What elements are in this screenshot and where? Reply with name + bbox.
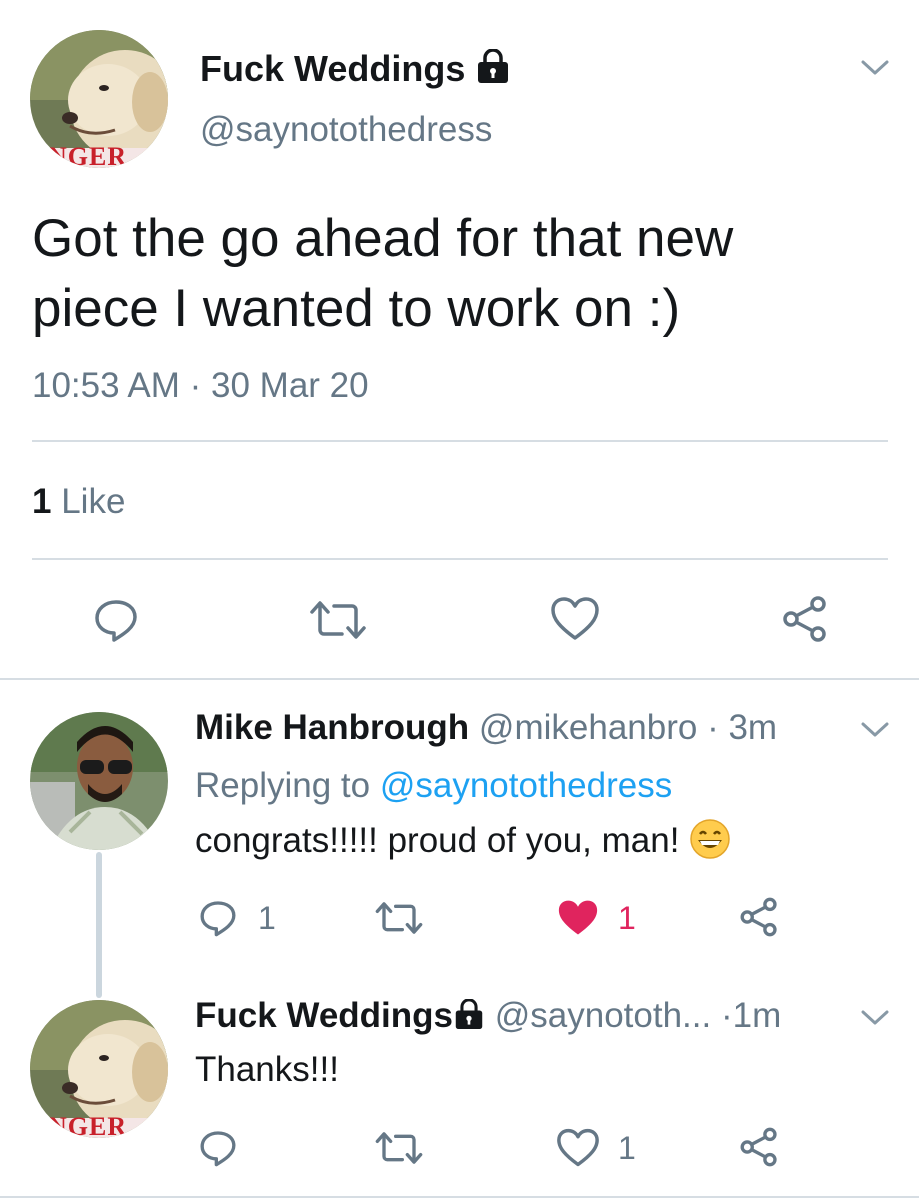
- thread-connector-line: [96, 852, 102, 998]
- reply1-replying-to: Replying to @saynotothedress: [195, 766, 672, 806]
- reply1-avatar[interactable]: [30, 712, 168, 850]
- main-display-name-text: Fuck Weddings: [200, 48, 466, 89]
- main-avatar[interactable]: NGER: [30, 30, 168, 168]
- divider: [0, 1196, 919, 1198]
- reply1-reply-count: 1: [258, 900, 276, 936]
- grinning-emoji-icon: [689, 818, 731, 869]
- avatar-banner-text: NGER: [48, 1112, 128, 1138]
- main-tweet-text-line2: piece I wanted to work on :): [32, 279, 681, 338]
- main-tweet-text-line1: Got the go ahead for that new: [32, 209, 734, 268]
- divider: [0, 678, 919, 680]
- reply2-header: Fuck Weddings @saynototh... ·1m: [195, 996, 781, 1038]
- share-icon[interactable]: [738, 1126, 780, 1168]
- like-icon[interactable]: [556, 1128, 600, 1168]
- like-icon[interactable]: [550, 596, 600, 642]
- retweet-icon[interactable]: [372, 1128, 426, 1168]
- like-icon[interactable]: [556, 898, 600, 938]
- divider: [32, 440, 888, 442]
- likes-count: 1: [32, 482, 52, 521]
- reply1-time[interactable]: 3m: [728, 708, 777, 747]
- reply2-time[interactable]: 1m: [733, 996, 782, 1035]
- lock-icon: [475, 48, 511, 92]
- chevron-down-icon[interactable]: [860, 720, 890, 740]
- reply2-avatar[interactable]: NGER: [30, 1000, 168, 1138]
- retweet-icon[interactable]: [306, 596, 370, 644]
- reply1-display-name[interactable]: Mike Hanbrough: [195, 708, 469, 747]
- reply-icon[interactable]: [92, 596, 140, 644]
- replying-to-handle[interactable]: @saynotothedress: [380, 766, 672, 805]
- reply2-handle[interactable]: @saynototh...: [495, 996, 711, 1035]
- reply2-like-count: 1: [618, 1130, 636, 1166]
- reply1-text-row: congrats!!!!! proud of you, man!: [195, 818, 731, 869]
- share-icon[interactable]: [738, 896, 780, 938]
- timestamp-separator: ·: [189, 366, 202, 405]
- main-display-name[interactable]: Fuck Weddings: [200, 48, 511, 92]
- share-icon[interactable]: [780, 594, 830, 644]
- reply2-text: Thanks!!!: [195, 1050, 339, 1089]
- header-separator: ·: [707, 708, 719, 747]
- main-handle[interactable]: @saynotothedress: [200, 110, 492, 150]
- reply1-text: congrats!!!!! proud of you, man!: [195, 821, 680, 860]
- reply-icon[interactable]: [198, 898, 238, 938]
- chevron-down-icon[interactable]: [860, 58, 890, 78]
- reply2-display-name[interactable]: Fuck Weddings: [195, 996, 453, 1035]
- main-tweet-time: 10:53 AM: [32, 366, 180, 405]
- reply1-like-count: 1: [618, 900, 636, 936]
- main-tweet-timestamp[interactable]: 10:53 AM · 30 Mar 20: [32, 366, 369, 406]
- main-tweet-date: 30 Mar 20: [211, 366, 369, 405]
- likes-summary[interactable]: 1 Like: [32, 482, 125, 522]
- likes-label: Like: [61, 482, 126, 521]
- chevron-down-icon[interactable]: [860, 1008, 890, 1028]
- divider: [32, 558, 888, 560]
- header-separator: ·: [720, 996, 733, 1035]
- lock-icon: [453, 998, 485, 1038]
- reply1-handle[interactable]: @mikehanbro: [479, 708, 697, 747]
- reply-icon[interactable]: [198, 1128, 238, 1168]
- reply1-header: Mike Hanbrough @mikehanbro · 3m: [195, 708, 777, 748]
- avatar-banner-text: NGER: [48, 142, 128, 168]
- replying-to-label: Replying to: [195, 766, 371, 805]
- retweet-icon[interactable]: [372, 898, 426, 938]
